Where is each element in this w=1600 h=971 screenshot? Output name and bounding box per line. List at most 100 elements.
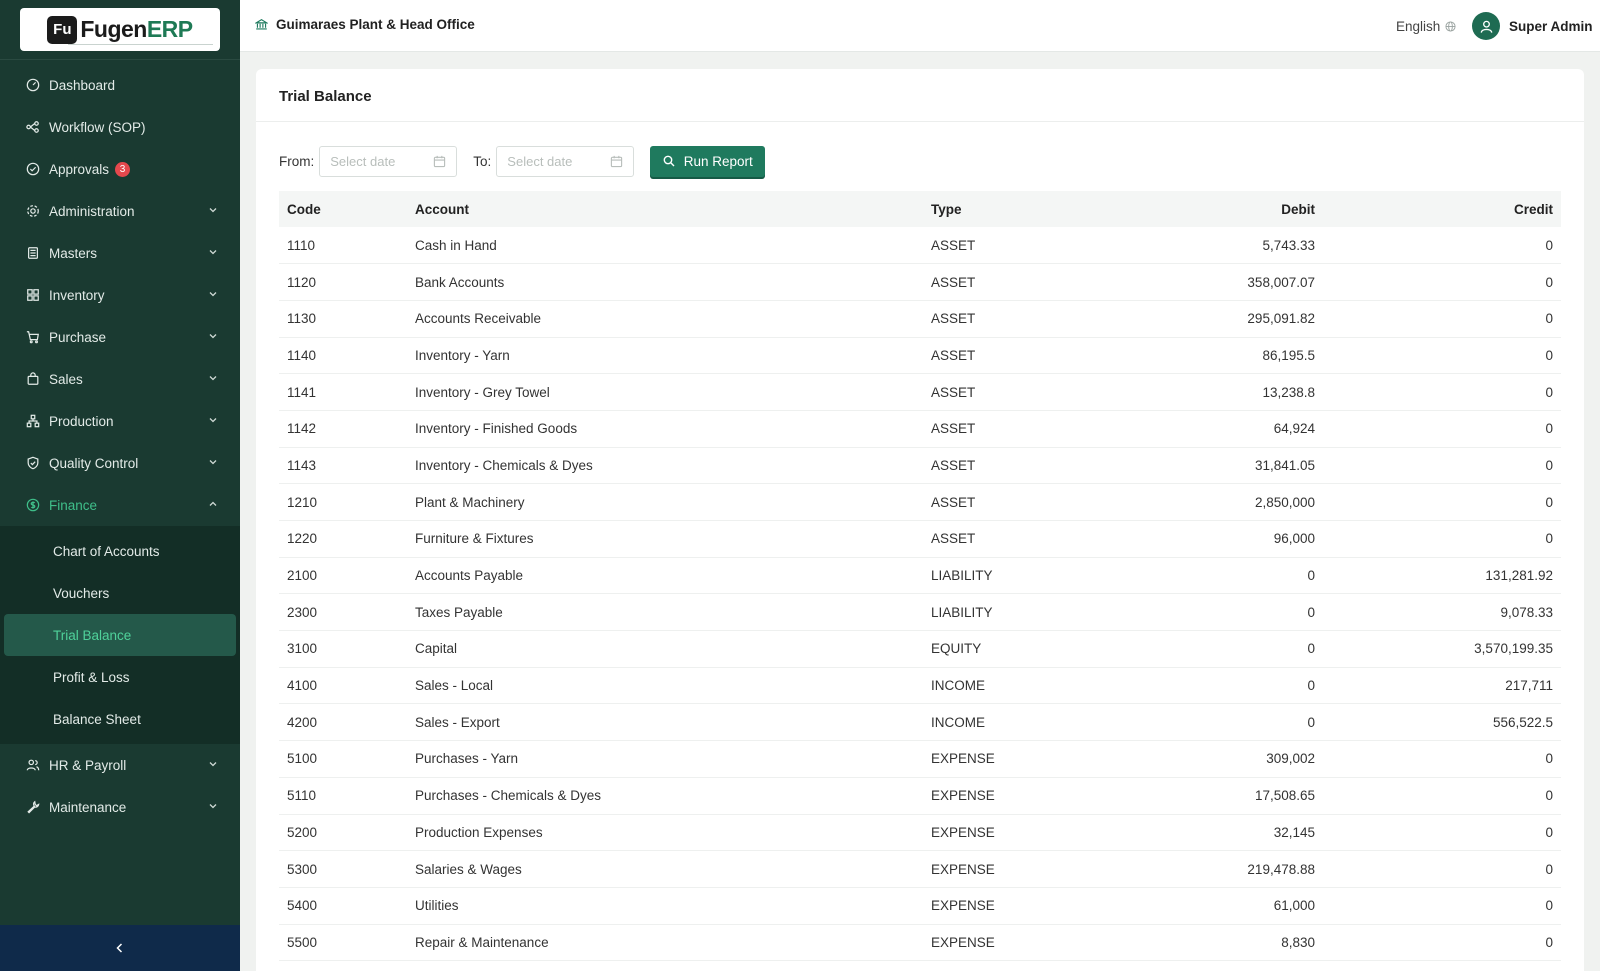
cell-code: 1210 xyxy=(279,483,407,521)
table-row[interactable]: 1141 Inventory - Grey Towel ASSET 13,238.8 0 xyxy=(279,373,1561,411)
cell-debit: 5,743.33 xyxy=(1123,227,1323,265)
cell-code: 5200 xyxy=(279,814,407,852)
cell-type: EQUITY xyxy=(923,630,1123,668)
sidebar-item-purchase[interactable]: Purchase xyxy=(0,316,240,358)
logo-mark: Fu xyxy=(47,15,78,44)
sidebar-item-masters[interactable]: Masters xyxy=(0,232,240,274)
sidebar-item-production[interactable]: Production xyxy=(0,400,240,442)
from-label: From: xyxy=(279,153,315,169)
table-row[interactable]: 1110 Cash in Hand ASSET 5,743.33 0 xyxy=(279,227,1561,265)
sidebar-item-chart-of-accounts[interactable]: Chart of Accounts xyxy=(4,530,236,572)
sidebar-item-inventory[interactable]: Inventory xyxy=(0,274,240,316)
cell-account: Sales - Local xyxy=(407,667,923,705)
cell-credit: 3,570,199.35 xyxy=(1323,630,1561,668)
sidebar-item-label: Administration xyxy=(49,203,135,219)
cell-type: ASSET xyxy=(923,337,1123,375)
table-row[interactable]: 1220 Furniture & Fixtures ASSET 96,000 0 xyxy=(279,520,1561,558)
chevron-down-icon xyxy=(209,418,217,423)
org-switcher[interactable]: Guimaraes Plant & Head Office xyxy=(255,17,475,32)
logo-tagline-line xyxy=(68,44,213,45)
sidebar-item-balance-sheet[interactable]: Balance Sheet xyxy=(4,698,236,740)
cell-type: LIABILITY xyxy=(923,557,1123,595)
top-header: Guimaraes Plant & Head Office English Su… xyxy=(240,0,1600,52)
cell-debit: 31,841.05 xyxy=(1123,447,1323,485)
table-row[interactable]: 1143 Inventory - Chemicals & Dyes ASSET 31,… xyxy=(279,447,1561,485)
col-header-credit[interactable]: Credit xyxy=(1323,191,1561,227)
sidebar-item-sales[interactable]: Sales xyxy=(0,358,240,400)
cell-account: Repair & Maintenance xyxy=(407,924,923,962)
gear-icon xyxy=(26,204,40,218)
sidebar-item-label: Sales xyxy=(49,371,83,387)
table-row[interactable]: 1120 Bank Accounts ASSET 358,007.07 0 xyxy=(279,263,1561,301)
sidebar-item-approvals[interactable]: Approvals 3 xyxy=(0,148,240,190)
chevron-down-icon xyxy=(209,804,217,809)
table-row[interactable]: 5400 Utilities EXPENSE 61,000 0 xyxy=(279,887,1561,925)
from-date-placeholder: Select date xyxy=(330,153,396,169)
sidebar-item-quality-control[interactable]: Quality Control xyxy=(0,442,240,484)
cell-code: 2100 xyxy=(279,557,407,595)
table-row[interactable]: 1140 Inventory - Yarn ASSET 86,195.5 0 xyxy=(279,337,1561,375)
cell-credit: 9,078.33 xyxy=(1323,593,1561,632)
sidebar-item-administration[interactable]: Administration xyxy=(0,190,240,232)
cell-code: 2300 xyxy=(279,593,407,632)
table-row[interactable]: 5500 Repair & Maintenance EXPENSE 8,830 0 xyxy=(279,924,1561,962)
table-row[interactable]: 4200 Sales - Export INCOME 0 556,522.5 xyxy=(279,703,1561,742)
calendar-icon xyxy=(611,155,623,167)
cell-code: 1220 xyxy=(279,520,407,558)
table-row[interactable]: 2100 Accounts Payable LIABILITY 0 131,281.92 xyxy=(279,557,1561,595)
table-row[interactable]: 5300 Salaries & Wages EXPENSE 219,478.88 0 xyxy=(279,850,1561,888)
sidebar-item-hr-payroll[interactable]: HR & Payroll xyxy=(0,744,240,786)
bank-icon xyxy=(255,18,268,30)
table-row[interactable]: 3100 Capital EQUITY 0 3,570,199.35 xyxy=(279,630,1561,668)
table-row[interactable]: 1142 Inventory - Finished Goods ASSET 64,92… xyxy=(279,410,1561,448)
table-row[interactable]: 1210 Plant & Machinery ASSET 2,850,000 0 xyxy=(279,483,1561,521)
sidebar-collapse-button[interactable] xyxy=(0,925,240,971)
run-report-button[interactable]: Run Report xyxy=(650,145,766,177)
sidebar-item-dashboard[interactable]: Dashboard xyxy=(0,64,240,106)
table-row[interactable]: 4100 Sales - Local INCOME 0 217,711 xyxy=(279,667,1561,705)
cell-credit: 0 xyxy=(1323,924,1561,962)
dashboard-icon xyxy=(26,78,40,92)
cell-code: 1142 xyxy=(279,410,407,448)
sidebar-item-vouchers[interactable]: Vouchers xyxy=(4,572,236,614)
sidebar-item-trial-balance[interactable]: Trial Balance xyxy=(4,614,236,656)
cell-credit: 0 xyxy=(1323,447,1561,485)
col-header-code[interactable]: Code xyxy=(279,191,407,227)
workflow-icon xyxy=(26,120,40,134)
from-label-text: From xyxy=(279,153,311,169)
table-row[interactable]: 1130 Accounts Receivable ASSET 295,091.82 0 xyxy=(279,300,1561,338)
cell-debit: 309,002 xyxy=(1123,740,1323,778)
calendar-icon xyxy=(434,155,446,167)
language-selector[interactable]: English xyxy=(1396,19,1456,34)
avatar[interactable] xyxy=(1472,12,1500,40)
cell-code: 1141 xyxy=(279,373,407,411)
cell-type: ASSET xyxy=(923,227,1123,265)
to-date-input[interactable]: Select date xyxy=(496,145,635,177)
cell-account: Inventory - Finished Goods xyxy=(407,410,923,448)
table-row[interactable]: 5100 Purchases - Yarn EXPENSE 309,002 0 xyxy=(279,740,1561,778)
table-row[interactable]: 5110 Purchases - Chemicals & Dyes EXPENSE 1… xyxy=(279,777,1561,815)
col-header-type[interactable]: Type xyxy=(923,191,1123,227)
from-date-input[interactable]: Select date xyxy=(319,145,458,177)
table-row[interactable]: 5200 Production Expenses EXPENSE 32,145 0 xyxy=(279,814,1561,852)
col-header-account[interactable]: Account xyxy=(407,191,923,227)
cell-code: 1110 xyxy=(279,227,407,265)
sidebar-item-profit-loss[interactable]: Profit & Loss xyxy=(4,656,236,698)
col-header-debit[interactable]: Debit xyxy=(1123,191,1323,227)
cell-account: Purchases - Yarn xyxy=(407,740,923,778)
sidebar-item-workflow[interactable]: Workflow (SOP) xyxy=(0,106,240,148)
cell-credit: 0 xyxy=(1323,850,1561,888)
cell-type: ASSET xyxy=(923,447,1123,485)
logo-suffix: ERP xyxy=(146,16,193,42)
search-icon xyxy=(663,155,675,167)
sidebar-item-maintenance[interactable]: Maintenance xyxy=(0,786,240,828)
table-row[interactable]: 2300 Taxes Payable LIABILITY 0 9,078.33 xyxy=(279,593,1561,632)
sidebar-item-finance[interactable]: Finance xyxy=(0,484,240,526)
cart-icon xyxy=(26,330,40,344)
app-logo[interactable]: Fu FugenERP xyxy=(20,8,220,51)
cell-code: 5500 xyxy=(279,924,407,962)
language-label: English xyxy=(1396,19,1441,34)
cell-credit: 0 xyxy=(1323,483,1561,521)
cell-type: EXPENSE xyxy=(923,814,1123,852)
user-name[interactable]: Super Admin xyxy=(1509,19,1593,34)
